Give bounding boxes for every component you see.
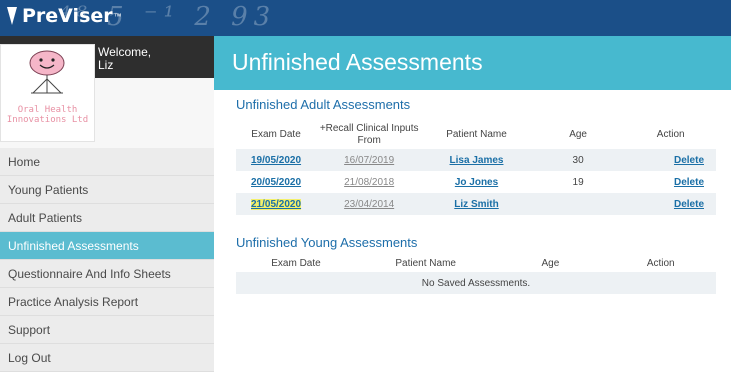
sidebar-item-support[interactable]: Support xyxy=(0,316,214,344)
table-row: 21/05/2020 23/04/2014 Liz Smith Delete xyxy=(236,193,716,215)
exam-date-link[interactable]: 19/05/2020 xyxy=(251,155,301,166)
table-row: 20/05/2020 21/08/2018 Jo Jones 19 Delete xyxy=(236,171,716,193)
empty-row: No Saved Assessments. xyxy=(236,272,716,294)
smiley-logo-icon xyxy=(29,50,65,94)
delete-link[interactable]: Delete xyxy=(674,199,704,210)
table-header-row: Exam Date Patient Name Age Action xyxy=(236,256,716,272)
logo-text: Oral Health Innovations Ltd xyxy=(6,105,89,125)
patient-name-link[interactable]: Liz Smith xyxy=(454,199,498,210)
young-section-title: Unfinished Young Assessments xyxy=(236,235,418,250)
column-header: Action xyxy=(656,129,685,140)
age-cell xyxy=(530,193,626,215)
recall-date[interactable]: 16/07/2019 xyxy=(344,155,394,166)
adult-section-title: Unfinished Adult Assessments xyxy=(236,97,411,112)
column-header: Exam Date xyxy=(251,129,301,140)
age-cell: 30 xyxy=(530,149,626,171)
column-header: Exam Date xyxy=(271,258,321,269)
sidebar-item-questionnaire[interactable]: Questionnaire And Info Sheets xyxy=(0,260,214,288)
sidebar-item-unfinished-assessments[interactable]: Unfinished Assessments xyxy=(0,232,214,260)
brand-logo[interactable]: PreViser ™ xyxy=(6,5,122,27)
trademark: ™ xyxy=(113,11,122,21)
column-header: Patient Name xyxy=(446,129,507,140)
tooth-logo-icon xyxy=(6,5,17,27)
column-header: Action xyxy=(646,258,675,269)
sidebar: Oral Health Innovations Ltd Welcome, Liz… xyxy=(0,36,214,372)
top-bar: ⁴⁸ 5 ⁻¹ 2 93 PreViser ™ xyxy=(0,0,731,36)
delete-link[interactable]: Delete xyxy=(674,177,704,188)
table-header-row: Exam Date +Recall Clinical Inputs From P… xyxy=(236,121,716,149)
column-header: Age xyxy=(569,129,587,140)
welcome-text: Welcome, Liz xyxy=(98,46,151,72)
brand-name: PreViser xyxy=(22,5,113,27)
patient-name-link[interactable]: Lisa James xyxy=(450,155,504,166)
age-cell: 19 xyxy=(530,171,626,193)
patient-name-link[interactable]: Jo Jones xyxy=(455,177,498,188)
column-header: +Recall Clinical Inputs From xyxy=(319,123,419,146)
recall-date[interactable]: 21/08/2018 xyxy=(344,177,394,188)
column-header: Age xyxy=(541,258,560,269)
sidebar-nav: Home Young Patients Adult Patients Unfin… xyxy=(0,148,214,372)
recall-date[interactable]: 23/04/2014 xyxy=(344,199,394,210)
table-row: 19/05/2020 16/07/2019 Lisa James 30 Dele… xyxy=(236,149,716,171)
sidebar-item-log-out[interactable]: Log Out xyxy=(0,344,214,372)
page-title: Unfinished Assessments xyxy=(232,49,483,75)
avatar: Oral Health Innovations Ltd xyxy=(0,44,95,142)
column-header: Patient Name xyxy=(395,258,456,269)
user-name: Liz xyxy=(98,58,114,72)
sidebar-item-home[interactable]: Home xyxy=(0,148,214,176)
sidebar-item-practice-analysis[interactable]: Practice Analysis Report xyxy=(0,288,214,316)
exam-date-link[interactable]: 20/05/2020 xyxy=(251,177,301,188)
delete-link[interactable]: Delete xyxy=(674,155,704,166)
profile-panel: Oral Health Innovations Ltd Welcome, Liz xyxy=(0,36,214,148)
exam-date-link[interactable]: 21/05/2020 xyxy=(251,198,302,210)
sidebar-item-adult-patients[interactable]: Adult Patients xyxy=(0,204,214,232)
young-assessments-table: Exam Date Patient Name Age Action No Sav… xyxy=(236,256,716,294)
adult-assessments-table: Exam Date +Recall Clinical Inputs From P… xyxy=(236,121,716,215)
sidebar-item-young-patients[interactable]: Young Patients xyxy=(0,176,214,204)
empty-message: No Saved Assessments. xyxy=(236,272,716,294)
page-banner: Unfinished Assessments xyxy=(214,36,731,90)
